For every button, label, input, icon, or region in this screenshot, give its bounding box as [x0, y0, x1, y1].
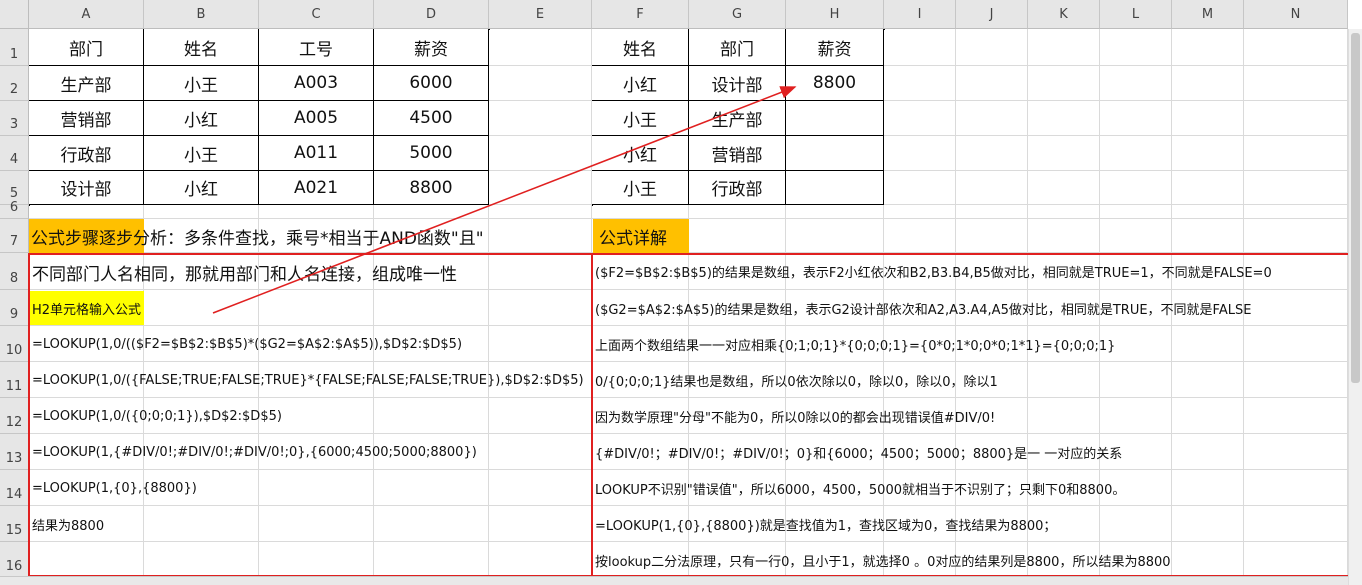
annotation-arrow	[0, 0, 1362, 585]
scrollbar-thumb[interactable]	[1351, 33, 1360, 383]
sheet-tab-bar	[0, 576, 1348, 585]
vertical-scrollbar[interactable]	[1348, 29, 1362, 585]
